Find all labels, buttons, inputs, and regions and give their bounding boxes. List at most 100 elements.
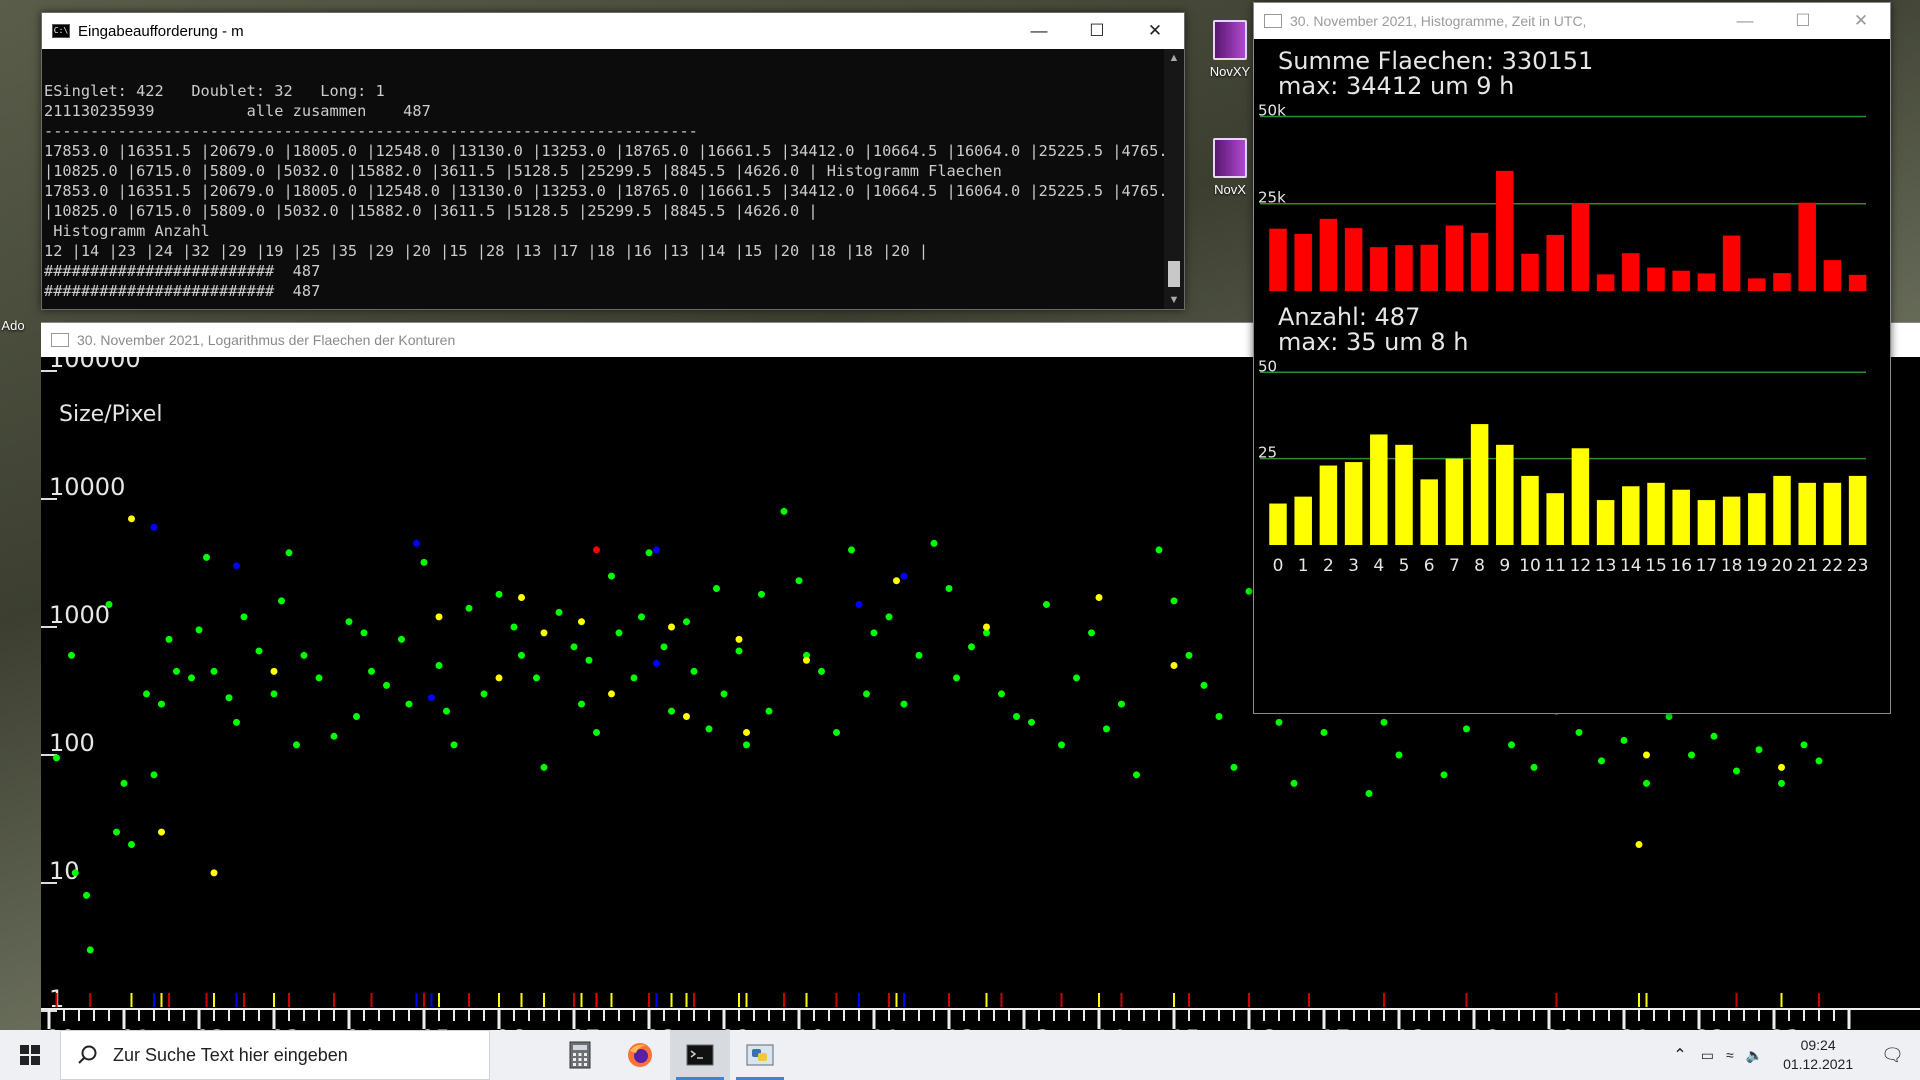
scatter-point xyxy=(420,558,428,566)
x-tick-label: 6 xyxy=(1424,556,1435,576)
scatter-point xyxy=(210,869,218,877)
battery-icon[interactable]: ▭ xyxy=(1695,1047,1720,1064)
histogram-bar xyxy=(1420,479,1438,545)
console-output[interactable]: ESinglet: 422 Doublet: 32 Long: 1 2111302… xyxy=(42,49,1164,309)
histogram-bar xyxy=(1798,202,1816,291)
minimize-button[interactable]: — xyxy=(1010,13,1068,49)
histogram-bar xyxy=(1496,444,1514,545)
scatter-point xyxy=(210,667,218,675)
scatter-point xyxy=(1620,736,1628,744)
scatter-point xyxy=(240,613,248,621)
cmd-title: Eingabeaufforderung - m xyxy=(78,22,244,40)
scatter-point xyxy=(540,763,548,771)
scatter-point xyxy=(345,618,353,626)
scatter-point xyxy=(1598,757,1605,765)
scatter-point xyxy=(233,718,240,726)
scatter-point xyxy=(398,635,405,643)
minimize-button[interactable]: — xyxy=(1716,3,1774,39)
histogram-bar xyxy=(1722,235,1741,291)
taskbar-firefox[interactable] xyxy=(610,1030,670,1080)
x-tick-label: 16 xyxy=(1670,556,1692,576)
scrollbar-thumb[interactable] xyxy=(1168,261,1180,287)
scatter-point xyxy=(848,546,855,554)
histogram-bar xyxy=(1848,475,1867,545)
scatter-point xyxy=(510,623,518,631)
start-button[interactable] xyxy=(0,1030,60,1080)
scatter-point xyxy=(225,694,233,702)
scatter-point xyxy=(638,613,645,621)
scatter-point xyxy=(1710,732,1718,740)
taskbar-calculator[interactable] xyxy=(550,1030,610,1080)
scatter-point xyxy=(330,732,338,740)
taskbar-python[interactable] xyxy=(730,1030,790,1080)
maximize-button[interactable]: ☐ xyxy=(1774,3,1832,39)
scatter-point xyxy=(855,600,863,608)
scatter-point xyxy=(1185,651,1193,659)
scatter-point xyxy=(518,651,525,659)
cmd-titlebar[interactable]: C:\ Eingabeaufforderung - m — ☐ ✕ xyxy=(42,13,1184,49)
scatter-point xyxy=(1365,790,1373,798)
scatter-point xyxy=(818,667,825,675)
scatter-point xyxy=(435,662,443,670)
scatter-point xyxy=(983,623,990,631)
clock[interactable]: 09:24 01.12.2021 xyxy=(1769,1036,1867,1074)
histogram-bar xyxy=(1294,233,1312,291)
scatter-point xyxy=(203,553,210,561)
scatter-point xyxy=(743,741,750,749)
scatter-point xyxy=(68,651,75,659)
scatter-point xyxy=(803,656,810,664)
histogram-bar xyxy=(1370,434,1388,545)
histogram-bar xyxy=(1546,234,1564,291)
maximize-button[interactable]: ☐ xyxy=(1068,13,1126,49)
y-tick-label: 25 xyxy=(1258,444,1277,462)
histogram-bar xyxy=(1672,270,1690,291)
scatter-point xyxy=(668,623,675,631)
calculator-icon xyxy=(569,1041,591,1069)
scatter-point xyxy=(360,629,368,637)
scatter-point xyxy=(1575,728,1583,736)
console-line: |10825.0 |6715.0 |5809.0 |5032.0 |15882.… xyxy=(44,202,818,220)
scatter-point xyxy=(683,618,690,626)
scatter-point xyxy=(300,651,308,659)
wifi-icon[interactable]: ≈ xyxy=(1720,1047,1740,1063)
scatter-point xyxy=(1155,546,1163,554)
histogram-header: Summe Flaechen: 330151 xyxy=(1278,47,1593,75)
taskbar-cmd[interactable] xyxy=(670,1030,730,1080)
scatter-point xyxy=(735,635,743,643)
scatter-point xyxy=(540,629,548,637)
python-icon xyxy=(746,1044,774,1066)
scatter-point xyxy=(683,712,690,720)
volume-icon[interactable]: 🔈 xyxy=(1740,1047,1769,1064)
scatter-point xyxy=(885,613,893,621)
scatter-point xyxy=(1073,674,1080,682)
x-tick-label: 21 xyxy=(1796,556,1818,576)
hist-titlebar[interactable]: 30. November 2021, Histogramme, Zeit in … xyxy=(1254,3,1890,39)
scatter-point xyxy=(1170,662,1178,670)
histogram-bar xyxy=(1546,493,1564,545)
scrollbar[interactable]: ▲ ▼ xyxy=(1164,49,1184,309)
histogram-bar xyxy=(1622,486,1640,545)
scatter-point xyxy=(353,712,360,720)
scatter-point xyxy=(158,700,165,708)
histogram-bar xyxy=(1445,225,1464,291)
close-button[interactable]: ✕ xyxy=(1126,13,1184,49)
scatter-point xyxy=(450,741,458,749)
scroll-down-icon[interactable]: ▼ xyxy=(1164,291,1184,309)
scroll-up-icon[interactable]: ▲ xyxy=(1164,49,1184,67)
scatter-point xyxy=(870,629,878,637)
search-box[interactable]: Zur Suche Text hier eingeben xyxy=(60,1030,490,1080)
scatter-point xyxy=(143,690,150,698)
chevron-up-icon[interactable]: ⌃ xyxy=(1665,1045,1694,1065)
notification-icon[interactable]: 🗨 xyxy=(1867,1045,1920,1066)
x-tick-label: 11 xyxy=(1544,556,1566,576)
folder-icon xyxy=(1213,138,1247,178)
scatter-point xyxy=(1245,587,1253,595)
scatter-point xyxy=(1665,712,1673,720)
scatter-point xyxy=(585,656,593,664)
scatter-point xyxy=(645,549,653,557)
close-button[interactable]: ✕ xyxy=(1832,3,1890,39)
scatter-point xyxy=(953,674,960,682)
histogram-window: 30. November 2021, Histogramme, Zeit in … xyxy=(1253,2,1891,714)
histogram-header: Anzahl: 487 xyxy=(1278,303,1420,331)
histogram-bar xyxy=(1344,462,1363,545)
